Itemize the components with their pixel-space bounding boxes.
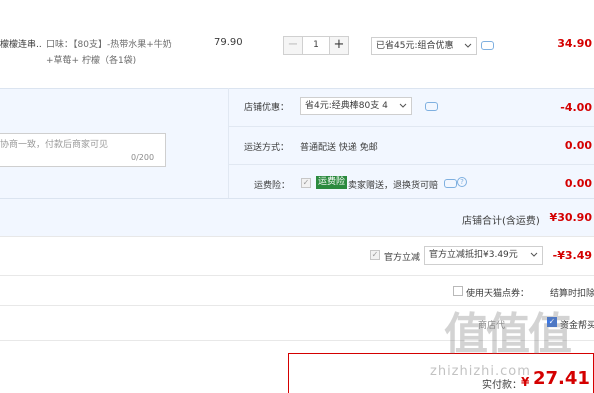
item-total-price: 34.90 [557,37,592,50]
row-divider [0,275,594,276]
check-icon: ✓ [302,178,310,187]
official-discount-amount: -¥3.49 [552,249,592,262]
chat-bubble-icon[interactable] [481,41,494,50]
insurance-text: 卖家赠送，退换货可赔 [348,181,439,191]
payment-amount: 27.41 [533,368,590,389]
official-discount-select-value: 官方立减抵扣¥3.49元 [429,250,518,260]
insurance-amount: 0.00 [564,177,592,190]
insurance-badge: 运费险 [316,176,348,189]
chevron-down-icon [464,38,472,60]
item-promo-select-value: 已省45元:组合优惠 [376,41,454,51]
chevron-down-icon [530,247,538,270]
insurance-label: 运费险： [254,181,291,191]
quantity-stepper: − 1 + [283,36,349,55]
watermark-logo: 值值值 [444,309,572,360]
chat-bubble-icon[interactable] [444,179,457,188]
shipping-amount: 0.00 [564,139,592,152]
shop-discount-select[interactable]: 省4元:经典棒80支 4 [300,97,412,115]
tmall-points-label: 使用天猫点券： [466,289,530,299]
row-divider [228,126,594,127]
item-promo-select[interactable]: 已省45元:组合优惠 [371,37,477,55]
help-icon[interactable]: ? [457,177,467,187]
tmall-points-checkbox[interactable] [453,286,463,296]
official-discount-checkbox[interactable]: ✓ [370,250,380,260]
shipping-value: 普通配送 快递 免邮 [300,143,378,153]
shop-total-value: ¥30.90 [549,211,592,224]
chevron-down-icon [399,98,407,120]
row-divider [228,164,594,165]
chat-bubble-icon[interactable] [425,102,438,111]
product-spec-line2: +草莓+ 柠檬（各1袋) [46,56,137,66]
shop-discount-label: 店铺优惠： [244,103,290,113]
watermark-url: zhizhizhi.com [430,364,531,379]
shop-discount-amount: -4.00 [560,101,592,114]
official-discount-select[interactable]: 官方立减抵扣¥3.49元 [424,246,543,265]
product-spec: 口味：【80支】-热带水果+牛奶 +草莓+ 柠檬（各1袋) [46,37,186,69]
shop-total-label: 店铺合计(含运费) [462,216,540,227]
shipping-label: 运送方式： [244,143,290,153]
increase-quantity-button[interactable]: + [329,36,349,55]
product-name[interactable]: 檬檬连串... [0,37,42,50]
quantity-input[interactable]: 1 [303,36,329,55]
buyer-message-char-count: 0/200 [131,153,155,162]
tmall-points-note: 结算时扣除 [550,289,594,299]
section-divider [228,88,229,198]
insurance-checkbox[interactable]: ✓ [301,178,311,188]
official-discount-label: 官方立减 [384,253,421,263]
decrease-quantity-button[interactable]: − [283,36,303,55]
check-icon: ✓ [371,250,379,259]
row-divider [0,236,594,237]
shop-discount-select-value: 省4元:经典棒80支 4 [305,101,388,111]
row-divider [0,305,594,306]
buyer-message-placeholder: 协商一致，付款后商家可见 [0,140,109,150]
product-spec-line1: 口味：【80支】-热带水果+牛奶 [46,40,172,50]
unit-price: 79.90 [214,37,243,48]
